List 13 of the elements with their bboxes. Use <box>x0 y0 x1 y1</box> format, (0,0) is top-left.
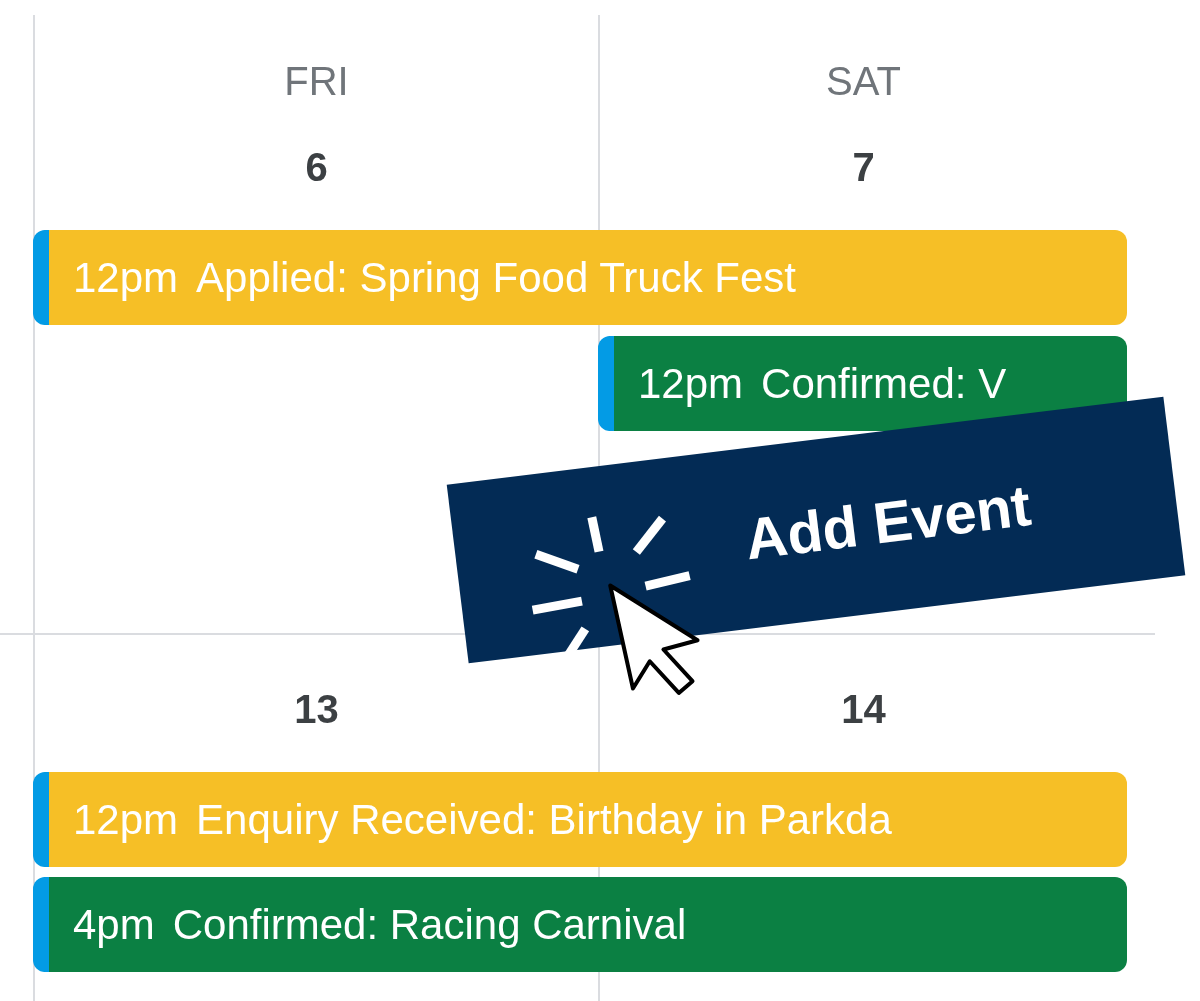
day-number: 7 <box>852 144 875 191</box>
day-number: 14 <box>841 686 886 733</box>
event-time: 4pm <box>73 900 155 950</box>
event-bar[interactable]: 4pm Confirmed: Racing Carnival <box>33 877 1127 972</box>
event-title: Applied: Spring Food Truck Fest <box>196 253 797 303</box>
day-number: 6 <box>305 144 328 191</box>
event-time: 12pm <box>73 795 179 845</box>
day-name: SAT <box>826 58 901 105</box>
event-time: 12pm <box>73 253 179 303</box>
event-title: Confirmed: Racing Carnival <box>172 900 687 950</box>
day-number: 13 <box>294 686 339 733</box>
day-name: FRI <box>284 58 349 105</box>
event-title: Enquiry Received: Birthday in Parkda <box>196 795 892 845</box>
